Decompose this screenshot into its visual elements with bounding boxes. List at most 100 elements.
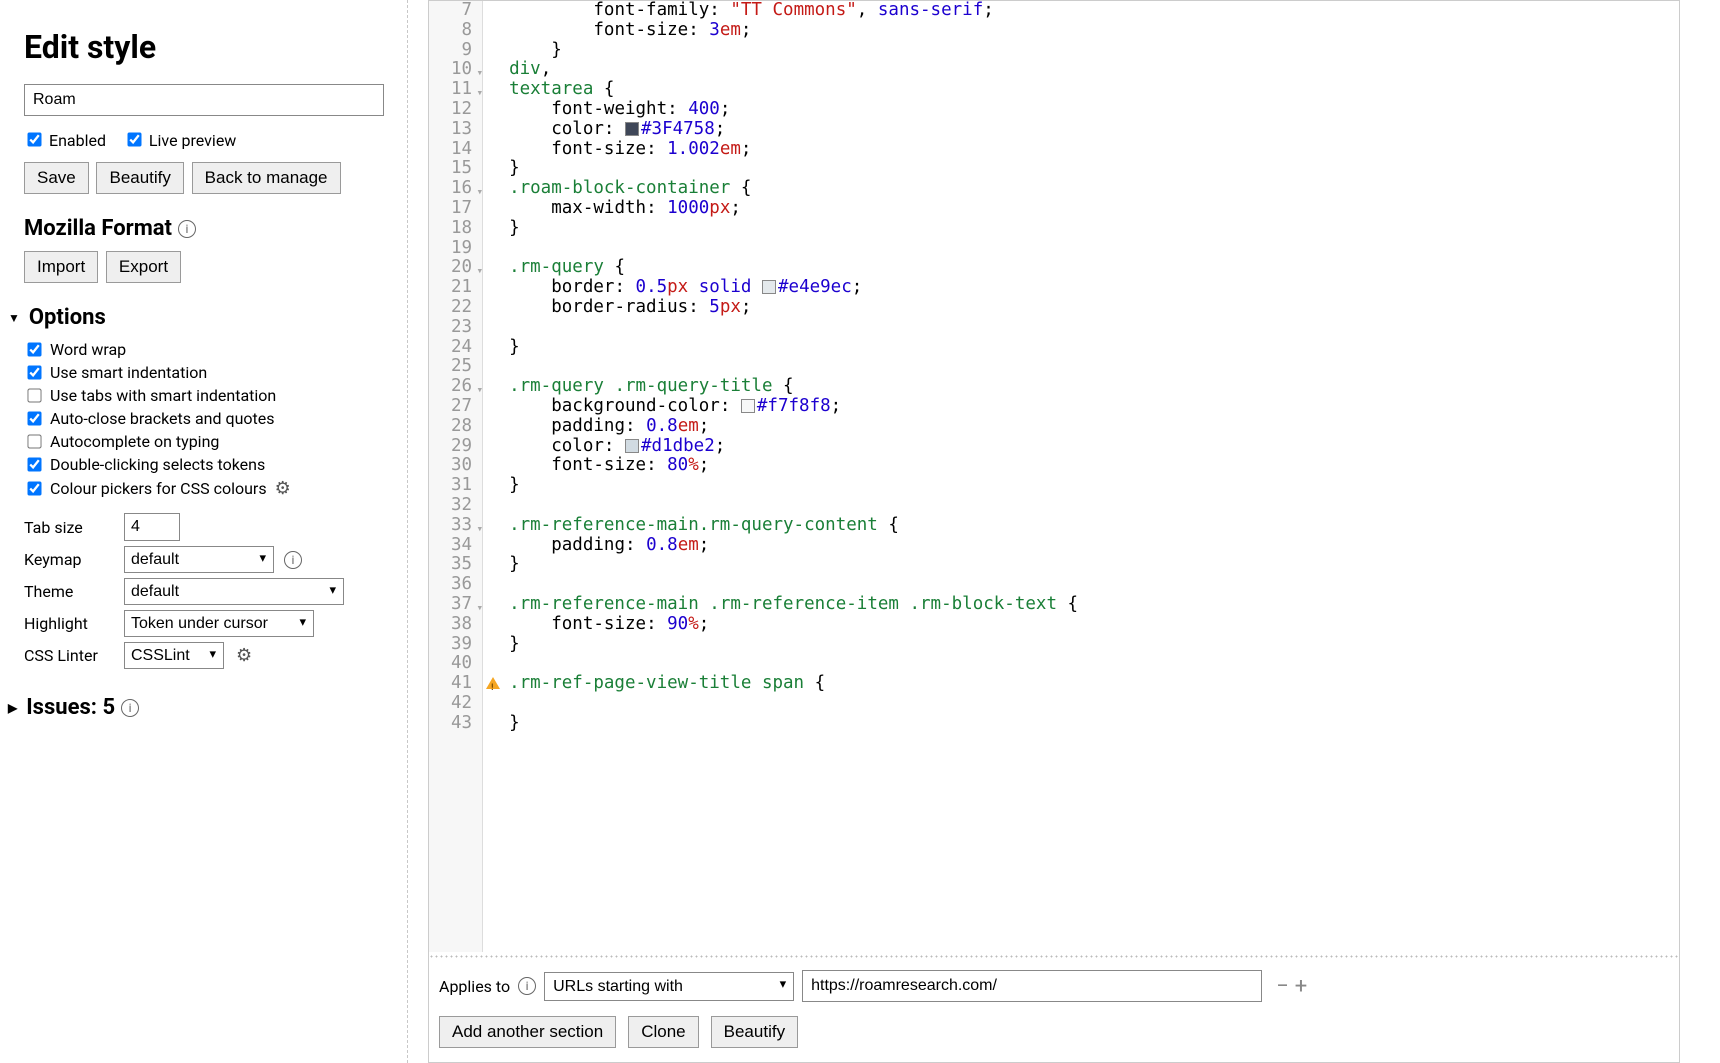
line-gutter: 7891011121314151617181920212223242526272… [429, 1, 483, 952]
keymap-select[interactable]: default [124, 546, 274, 573]
code-line[interactable]: color: #3F4758; [509, 120, 1078, 140]
code-line[interactable]: padding: 0.8em; [509, 536, 1078, 556]
toggle-row: Enabled Live preview [24, 130, 383, 150]
code-line[interactable] [509, 575, 1078, 595]
option-checkbox[interactable] [27, 342, 41, 356]
beautify-section-button[interactable]: Beautify [711, 1016, 798, 1048]
line-number: 17 [451, 199, 472, 219]
code-line[interactable] [509, 654, 1078, 674]
code-lines[interactable]: font-family: "TT Commons", sans-serif; f… [483, 1, 1078, 952]
code-line[interactable]: border-radius: 5px; [509, 298, 1078, 318]
code-line[interactable]: } [509, 476, 1078, 496]
line-number: 23 [451, 318, 472, 338]
add-applies-icon[interactable]: + [1295, 974, 1307, 999]
issues-title[interactable]: ▶ Issues: 5 i [8, 695, 383, 720]
option-1[interactable]: Use smart indentation [24, 363, 383, 382]
option-4[interactable]: Autocomplete on typing [24, 432, 383, 451]
code-line[interactable]: } [509, 338, 1078, 358]
code-line[interactable]: color: #d1dbe2; [509, 437, 1078, 457]
option-checkbox[interactable] [27, 411, 41, 425]
code-line[interactable]: .rm-ref-page-view-title span { [509, 674, 1078, 694]
sidebar: Edit style Enabled Live preview Save Bea… [0, 0, 408, 1063]
code-line[interactable]: } [509, 555, 1078, 575]
tab-size-input[interactable] [124, 513, 180, 541]
code-line[interactable]: border: 0.5px solid #e4e9ec; [509, 278, 1078, 298]
style-name-input[interactable] [24, 84, 384, 116]
add-section-button[interactable]: Add another section [439, 1016, 616, 1048]
livepreview-checkbox[interactable] [127, 132, 141, 146]
options-title[interactable]: ▼ Options [8, 305, 383, 330]
code-line[interactable]: textarea { [509, 80, 1078, 100]
code-line[interactable]: max-width: 1000px; [509, 199, 1078, 219]
code-line[interactable]: font-family: "TT Commons", sans-serif; [509, 1, 1078, 21]
csslinter-row: CSS Linter CSSLint ⚙ [24, 642, 383, 669]
keymap-row: Keymap default i [24, 546, 383, 573]
option-2[interactable]: Use tabs with smart indentation [24, 386, 383, 405]
csslinter-select[interactable]: CSSLint [124, 642, 224, 669]
code-line[interactable]: } [509, 159, 1078, 179]
option-0[interactable]: Word wrap [24, 340, 383, 359]
beautify-button[interactable]: Beautify [96, 162, 183, 194]
export-button[interactable]: Export [106, 251, 181, 283]
line-number: 11 [451, 80, 472, 100]
line-number: 8 [451, 21, 472, 41]
code-line[interactable]: padding: 0.8em; [509, 417, 1078, 437]
info-icon[interactable]: i [284, 551, 302, 569]
option-checkbox[interactable] [27, 365, 41, 379]
code-line[interactable]: } [509, 219, 1078, 239]
remove-applies-icon[interactable]: − [1276, 974, 1289, 999]
info-icon[interactable]: i [178, 220, 196, 238]
code-line[interactable]: font-size: 1.002em; [509, 140, 1078, 160]
code-line[interactable]: font-size: 80%; [509, 456, 1078, 476]
chevron-down-icon[interactable]: ▼ [8, 311, 20, 325]
code-line[interactable]: } [509, 41, 1078, 61]
gear-icon[interactable]: ⚙ [236, 645, 252, 666]
code-line[interactable]: font-size: 90%; [509, 615, 1078, 635]
enabled-checkbox-label[interactable]: Enabled [24, 131, 110, 150]
enabled-checkbox[interactable] [27, 132, 41, 146]
code-line[interactable]: .rm-reference-main .rm-reference-item .r… [509, 595, 1078, 615]
applies-to-mode-select[interactable]: URLs starting with [544, 972, 794, 1001]
save-button[interactable]: Save [24, 162, 89, 194]
code-line[interactable]: div, [509, 60, 1078, 80]
code-line[interactable]: } [509, 635, 1078, 655]
theme-select[interactable]: default [124, 578, 344, 605]
clone-button[interactable]: Clone [628, 1016, 698, 1048]
code-line[interactable] [509, 239, 1078, 259]
option-3[interactable]: Auto-close brackets and quotes [24, 409, 383, 428]
code-line[interactable]: .rm-query { [509, 258, 1078, 278]
option-checkbox[interactable] [27, 434, 41, 448]
code-line[interactable]: .rm-query .rm-query-title { [509, 377, 1078, 397]
gear-icon[interactable]: ⚙ [275, 478, 291, 499]
code-line[interactable] [509, 357, 1078, 377]
line-number: 9 [451, 41, 472, 61]
info-icon[interactable]: i [518, 977, 536, 995]
code-line[interactable]: background-color: #f7f8f8; [509, 397, 1078, 417]
code-line[interactable]: font-size: 3em; [509, 21, 1078, 41]
main: 7891011121314151617181920212223242526272… [408, 0, 1720, 1063]
back-to-manage-button[interactable]: Back to manage [192, 162, 341, 194]
import-button[interactable]: Import [24, 251, 98, 283]
applies-to-url-input[interactable] [802, 970, 1262, 1002]
code-line[interactable]: .rm-reference-main.rm-query-content { [509, 516, 1078, 536]
option-checkbox[interactable] [27, 481, 41, 495]
code-line[interactable]: .roam-block-container { [509, 179, 1078, 199]
code-editor[interactable]: 7891011121314151617181920212223242526272… [428, 0, 1680, 1063]
code-line[interactable]: font-weight: 400; [509, 100, 1078, 120]
chevron-right-icon[interactable]: ▶ [8, 701, 17, 715]
option-checkbox[interactable] [27, 388, 41, 402]
option-6[interactable]: Colour pickers for CSS colours⚙ [24, 478, 383, 499]
line-number: 27 [451, 397, 472, 417]
info-icon[interactable]: i [121, 699, 139, 717]
code-line[interactable] [509, 318, 1078, 338]
page-title: Edit style [24, 28, 383, 66]
code-line[interactable] [509, 694, 1078, 714]
theme-row: Theme default [24, 578, 383, 605]
code-line[interactable] [509, 496, 1078, 516]
option-checkbox[interactable] [27, 457, 41, 471]
highlight-select[interactable]: Token under cursor [124, 610, 314, 637]
option-5[interactable]: Double-clicking selects tokens [24, 455, 383, 474]
code-line[interactable]: } [509, 714, 1078, 734]
section-footer: Applies to i URLs starting with − + Add … [429, 958, 1679, 1062]
livepreview-checkbox-label[interactable]: Live preview [124, 131, 236, 150]
